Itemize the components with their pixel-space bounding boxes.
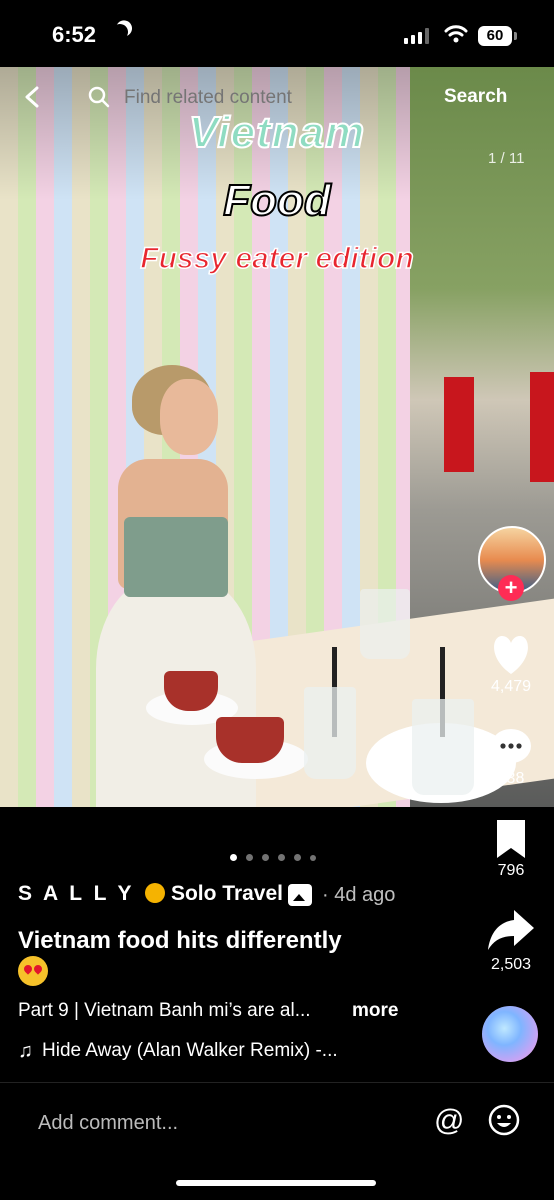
search-input[interactable] xyxy=(122,84,426,112)
wifi-icon xyxy=(444,25,468,43)
back-icon[interactable] xyxy=(22,86,44,108)
home-indicator xyxy=(176,1180,376,1186)
red-banner xyxy=(530,372,554,482)
mention-icon[interactable]: @ xyxy=(434,1104,464,1138)
author-name[interactable]: S A L L Y Solo Travel xyxy=(18,882,283,906)
overlay-title-line1: Vietnam xyxy=(188,107,366,158)
caption-more-button[interactable]: more xyxy=(352,1000,398,1022)
glass xyxy=(304,687,356,779)
heart-eyes-emoji-icon xyxy=(18,956,48,986)
music-note-icon: ♫ xyxy=(18,1040,33,1062)
sun-emoji-icon xyxy=(144,883,165,903)
search-button[interactable]: Search xyxy=(444,86,507,108)
signal-icon xyxy=(404,28,430,44)
comment-icon[interactable] xyxy=(478,726,544,770)
author-handle: S A L L Y xyxy=(18,882,135,905)
moon-icon xyxy=(110,22,131,43)
post-time: · 4d ago xyxy=(322,884,396,906)
share-icon[interactable] xyxy=(478,908,544,952)
overlay-title-line3: Fussy eater edition xyxy=(140,241,415,276)
coffee-cup xyxy=(216,717,284,763)
glass xyxy=(412,699,474,795)
page-counter: 1 / 11 xyxy=(488,150,525,167)
overlay-title-line2: Food xyxy=(222,175,332,226)
share-count: 2,503 xyxy=(490,956,532,973)
music-title[interactable]: Hide Away (Alan Walker Remix) -... xyxy=(42,1040,338,1062)
post-title: Vietnam food hits differently xyxy=(18,927,342,954)
save-count: 796 xyxy=(497,862,525,879)
comment-count: 638 xyxy=(497,770,525,787)
status-time: 6:52 xyxy=(52,22,97,47)
heart-icon[interactable] xyxy=(478,632,544,676)
like-count: 4,479 xyxy=(490,678,532,695)
comment-input[interactable] xyxy=(36,1108,400,1138)
music-disc[interactable] xyxy=(482,1006,538,1062)
emoji-icon[interactable] xyxy=(488,1104,520,1136)
woman-top xyxy=(124,517,228,597)
photo-mode-icon xyxy=(288,884,312,906)
glass xyxy=(360,589,410,659)
woman-face xyxy=(160,379,218,455)
battery-indicator: 60 xyxy=(478,26,517,46)
author-subtitle: Solo Travel xyxy=(170,882,283,905)
follow-button[interactable]: + xyxy=(498,575,524,601)
carousel-dots xyxy=(230,854,330,864)
caption-text[interactable]: Part 9 | Vietnam Banh mi’s are al... xyxy=(18,1000,311,1022)
search-icon xyxy=(88,86,110,108)
bookmark-icon[interactable] xyxy=(478,818,544,860)
red-banner xyxy=(444,377,474,472)
